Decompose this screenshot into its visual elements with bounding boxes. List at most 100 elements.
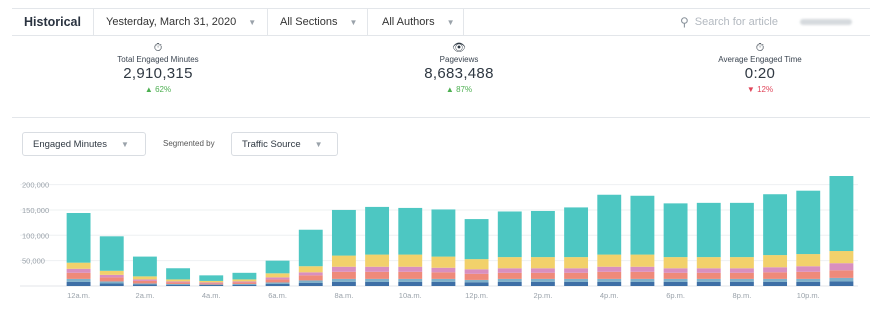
bar-segment [630, 195, 655, 255]
bar-segment [564, 281, 589, 286]
bar-segment [365, 278, 390, 282]
bar-segment [729, 257, 754, 269]
bar-segment [99, 236, 124, 271]
x-tick-label: 2p.m. [534, 291, 553, 300]
bar-segment [265, 273, 290, 278]
bar-segment [630, 281, 655, 286]
bar-segment [99, 283, 124, 286]
bar-segment [729, 281, 754, 286]
bar-segment [199, 280, 224, 283]
chevron-down-icon: ▼ [446, 17, 455, 27]
bar-segment [497, 272, 522, 279]
x-tick-label: 4p.m. [600, 291, 619, 300]
bar-segment [630, 271, 655, 279]
bar-segment [597, 281, 622, 286]
bar-segment [66, 278, 91, 282]
bar-segment [199, 275, 224, 281]
bar-segment [663, 272, 688, 279]
bar-segment [132, 283, 157, 285]
segment-dropdown[interactable]: Traffic Source ▼ [231, 132, 338, 156]
section-divider [12, 117, 870, 118]
bar-segment [829, 270, 854, 278]
bar-segment [199, 284, 224, 285]
bar-segment [564, 278, 589, 282]
x-tick-label: 8a.m. [335, 291, 354, 300]
bar-segment [663, 278, 688, 282]
bar-segment [763, 278, 788, 282]
bar-segment [99, 281, 124, 284]
bar-segment [298, 282, 323, 286]
stat-change: ▲ 62% [144, 85, 172, 94]
bar-segment [530, 268, 555, 273]
bar-segment [365, 206, 390, 255]
x-tick-label: 2a.m. [136, 291, 155, 300]
bar-segment [199, 283, 224, 285]
stat-value: 8,683,488 [424, 65, 494, 82]
bar-segment [166, 282, 191, 284]
bar-segment [464, 273, 489, 280]
bar-segment [365, 271, 390, 279]
bar-segment [265, 282, 290, 284]
bar-segment [166, 284, 191, 286]
bar-segment [497, 211, 522, 258]
bar-segment [132, 280, 157, 284]
y-tick-label: 200,000 [22, 181, 49, 190]
filter-bar: Historical Yesterday, March 31, 2020 ▼ A… [12, 8, 870, 36]
stat-pageviews: 👁 Pageviews 8,683,488 ▲ 87% [359, 42, 559, 94]
y-tick-label: 150,000 [22, 206, 49, 215]
bar-segment [132, 284, 157, 286]
x-tick-label: 6a.m. [268, 291, 287, 300]
bar-segment [729, 202, 754, 258]
stat-engaged-minutes: ⏱ Total Engaged Minutes 2,910,315 ▲ 62% [58, 42, 258, 94]
bar-segment [232, 279, 257, 282]
bar-segment [829, 281, 854, 286]
stat-change: ▲ 87% [445, 85, 473, 94]
bar-segment [265, 260, 290, 274]
stat-label: Average Engaged Time [718, 55, 802, 64]
bar-segment [564, 257, 589, 269]
engaged-minutes-chart: 50,000 100,000 150,000 200,000 12a.m. 2a.m. 4a… [20, 176, 858, 300]
bar-segment [829, 263, 854, 271]
bar-segment [464, 282, 489, 286]
bar-segment [132, 256, 157, 277]
authors-dropdown[interactable]: All Authors ▼ [368, 9, 464, 35]
page-title: Historical [12, 9, 94, 35]
bar-segment [232, 283, 257, 285]
bar-segment [796, 190, 821, 255]
search-input[interactable]: ⚲ Search for article [670, 9, 870, 35]
bar-segment [663, 281, 688, 286]
user-menu-blurred[interactable] [799, 19, 852, 25]
x-tick-label: 6p.m. [666, 291, 685, 300]
bar-segment [763, 255, 788, 268]
bar-segment [597, 194, 622, 255]
stopwatch-icon: ⏱ [153, 42, 163, 54]
stat-label: Pageviews [439, 55, 479, 64]
bar-segment [431, 209, 456, 257]
bar-segment [796, 254, 821, 267]
bar-segment [829, 176, 854, 252]
bar-segment [232, 282, 257, 284]
bar-segment [763, 272, 788, 279]
bar-segment [796, 271, 821, 279]
chevron-down-icon: ▼ [349, 17, 358, 27]
bar-segment [696, 268, 721, 273]
bar-segment [365, 281, 390, 286]
bar-segment [298, 266, 323, 273]
bar-segment [597, 254, 622, 267]
sections-dropdown[interactable]: All Sections ▼ [268, 9, 368, 35]
bar-segment [331, 281, 356, 286]
bar-segment [298, 275, 323, 281]
bar-segment [663, 268, 688, 273]
metric-dropdown[interactable]: Engaged Minutes ▼ [22, 132, 146, 156]
bar-segment [132, 276, 157, 280]
sections-label: All Sections [280, 16, 338, 28]
x-tick-label: 10a.m. [399, 291, 422, 300]
bar-segment [464, 259, 489, 270]
bar-segment [597, 278, 622, 282]
chevron-down-icon: ▼ [120, 139, 129, 149]
bar-segment [796, 281, 821, 286]
date-dropdown[interactable]: Yesterday, March 31, 2020 ▼ [94, 9, 268, 35]
bar-segment [696, 257, 721, 269]
y-tick-label: 100,000 [22, 231, 49, 240]
stat-change: ▼ 12% [746, 85, 774, 94]
